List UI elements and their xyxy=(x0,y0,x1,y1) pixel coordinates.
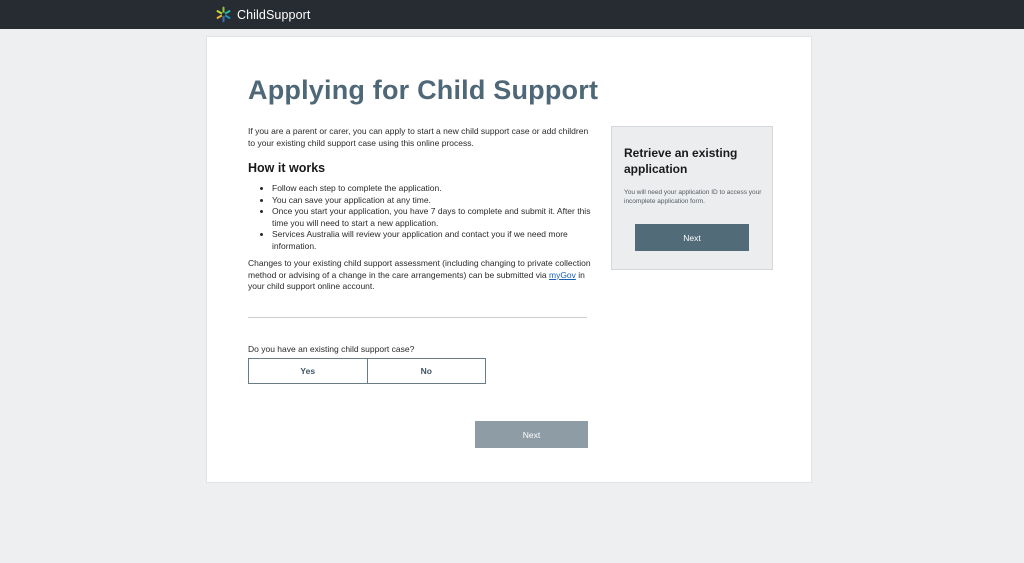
existing-case-question: Do you have an existing child support ca… xyxy=(248,344,415,354)
brand-logo[interactable]: ChildSupport xyxy=(215,6,310,23)
retrieve-next-button[interactable]: Next xyxy=(635,224,749,251)
application-card: Applying for Child Support If you are a … xyxy=(206,36,812,483)
retrieve-title: Retrieve an existing application xyxy=(624,146,738,176)
divider xyxy=(248,317,587,318)
list-item: Follow each step to complete the applica… xyxy=(272,183,593,195)
changes-text: Changes to your existing child support a… xyxy=(248,258,593,293)
retrieve-description: You will need your application ID to acc… xyxy=(624,189,762,205)
next-button[interactable]: Next xyxy=(475,421,588,448)
list-item: Once you start your application, you hav… xyxy=(272,206,593,229)
top-bar: ChildSupport xyxy=(0,0,1024,29)
page-title: Applying for Child Support xyxy=(248,75,599,105)
yes-button[interactable]: Yes xyxy=(249,359,367,383)
retrieve-application-panel: Retrieve an existing application You wil… xyxy=(611,126,773,270)
changes-text-before: Changes to your existing child support a… xyxy=(248,258,591,280)
intro-text: If you are a parent or carer, you can ap… xyxy=(248,126,589,148)
list-item: You can save your application at any tim… xyxy=(272,195,593,207)
existing-case-toggle: Yes No xyxy=(248,358,486,384)
no-button[interactable]: No xyxy=(366,359,485,383)
how-it-works-heading: How it works xyxy=(248,161,326,175)
childsupport-star-icon xyxy=(215,6,232,23)
brand-name: ChildSupport xyxy=(237,7,311,22)
mygov-link[interactable]: myGov xyxy=(549,270,576,280)
list-item: Services Australia will review your appl… xyxy=(272,229,593,252)
how-it-works-list: Follow each step to complete the applica… xyxy=(248,183,593,252)
